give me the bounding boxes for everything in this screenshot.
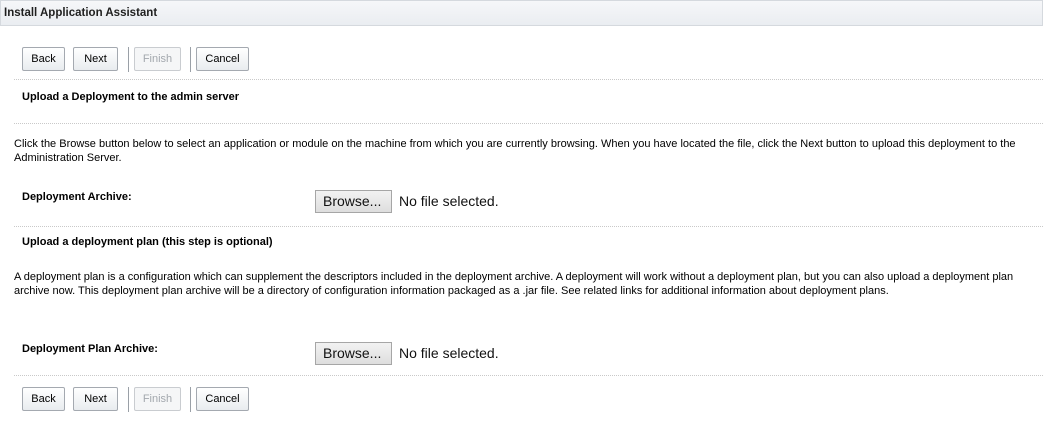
upload-plan-title: Upload a deployment plan (this step is o… — [22, 236, 273, 248]
upload-deployment-description: Click the Browse button below to select … — [14, 138, 1016, 164]
divider — [14, 79, 1043, 80]
page-title: Install Application Assistant — [4, 7, 158, 19]
next-button[interactable]: Next — [73, 387, 118, 411]
upload-plan-description: A deployment plan is a configuration whi… — [14, 271, 1014, 297]
deployment-plan-archive-label: Deployment Plan Archive: — [22, 343, 158, 355]
divider — [14, 226, 1043, 227]
top-button-bar: Back Next Finish Cancel — [0, 47, 1043, 75]
deployment-archive-file-status: No file selected. — [399, 193, 499, 209]
upload-deployment-title: Upload a Deployment to the admin server — [22, 91, 239, 103]
button-separator — [128, 47, 129, 72]
deployment-plan-file-status: No file selected. — [399, 345, 499, 361]
assistant-header: Install Application Assistant — [0, 0, 1043, 26]
button-separator — [190, 387, 191, 412]
deployment-plan-browse-button[interactable]: Browse... — [315, 342, 392, 365]
divider — [14, 375, 1043, 376]
finish-button[interactable]: Finish — [134, 47, 181, 71]
deployment-archive-browse-button[interactable]: Browse... — [315, 190, 392, 213]
button-separator — [190, 47, 191, 72]
cancel-button[interactable]: Cancel — [196, 387, 249, 411]
button-separator — [128, 387, 129, 412]
back-button[interactable]: Back — [22, 387, 65, 411]
cancel-button[interactable]: Cancel — [196, 47, 249, 71]
next-button[interactable]: Next — [73, 47, 118, 71]
finish-button[interactable]: Finish — [134, 387, 181, 411]
divider — [14, 123, 1043, 124]
bottom-button-bar: Back Next Finish Cancel — [0, 387, 1043, 415]
back-button[interactable]: Back — [22, 47, 65, 71]
deployment-archive-label: Deployment Archive: — [22, 191, 132, 203]
